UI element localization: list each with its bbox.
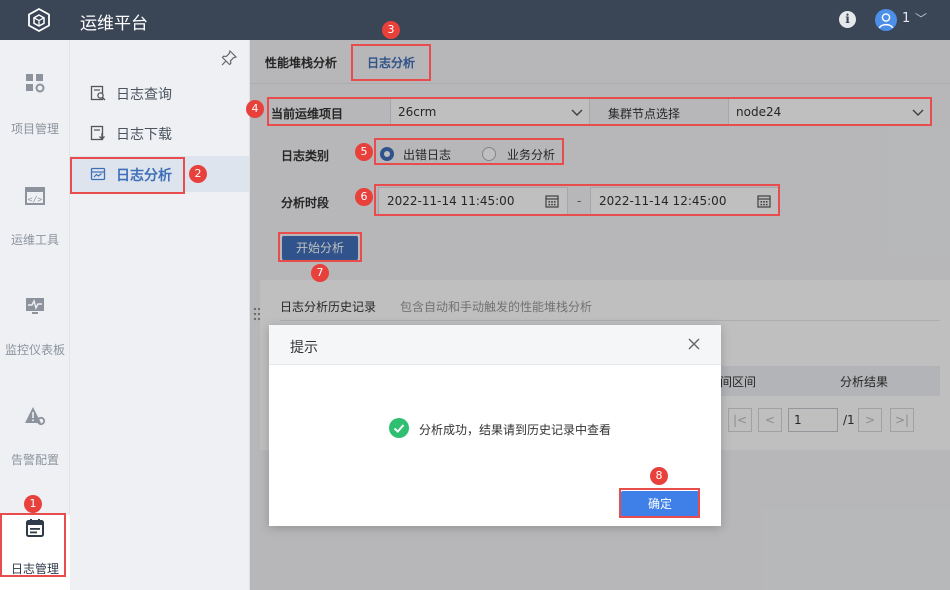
pin-icon[interactable] xyxy=(221,50,237,66)
alert-gear-icon xyxy=(25,407,46,426)
log-search-icon xyxy=(90,85,106,101)
annotation-box-2 xyxy=(70,157,185,194)
info-icon[interactable]: i xyxy=(839,11,856,28)
subnav-item-label: 日志下载 xyxy=(116,127,172,143)
annotation-box-1 xyxy=(0,513,66,577)
dialog-title: 提示 xyxy=(290,340,318,356)
code-tool-icon: </> xyxy=(25,187,45,205)
annotation-box-8 xyxy=(619,488,700,518)
nav-item-label: 告警配置 xyxy=(10,453,59,467)
annotation-badge-3: 3 xyxy=(382,21,400,39)
nav-item-project-management[interactable]: 项目管理 xyxy=(0,72,70,147)
nav-item-alert-config[interactable]: 告警配置 xyxy=(0,405,70,480)
annotation-box-7 xyxy=(278,232,362,262)
close-icon[interactable] xyxy=(687,337,701,351)
annotation-badge-6: 6 xyxy=(355,188,373,206)
dialog-message: 分析成功，结果请到历史记录中查看 xyxy=(419,423,612,437)
monitor-icon xyxy=(26,298,44,314)
subnav-item-log-query[interactable]: 日志查询 xyxy=(70,75,249,111)
annotation-badge-1: 1 xyxy=(24,495,42,513)
annotation-box-5 xyxy=(374,138,564,165)
top-bar: 运维平台 i 1 ﹀ xyxy=(0,0,950,40)
nav-item-ops-tools[interactable]: </> 运维工具 xyxy=(0,185,70,260)
chevron-down-icon[interactable]: ﹀ xyxy=(915,10,927,27)
annotation-badge-2: 2 xyxy=(189,165,207,183)
subnav-item-log-download[interactable]: 日志下载 xyxy=(70,115,249,151)
annotation-badge-8: 8 xyxy=(650,467,668,485)
grid-gear-icon xyxy=(26,74,45,93)
app-logo-icon xyxy=(28,7,50,33)
subnav-item-label: 日志查询 xyxy=(116,87,172,103)
success-check-icon xyxy=(389,418,409,438)
annotation-badge-4: 4 xyxy=(246,100,264,118)
annotation-box-4 xyxy=(267,97,932,126)
user-avatar-icon[interactable] xyxy=(875,9,897,31)
nav-item-label: 运维工具 xyxy=(10,233,59,247)
annotation-box-6 xyxy=(374,184,780,216)
dialog-header: 提示 xyxy=(269,325,721,365)
nav-item-label: 项目管理 xyxy=(10,122,59,136)
nav-item-label: 监控仪表板 xyxy=(4,343,65,357)
sub-nav: 日志查询 日志下载 日志分析 xyxy=(70,40,250,590)
app-title: 运维平台 xyxy=(80,14,148,34)
svg-text:</>: </> xyxy=(28,195,43,204)
nav-item-monitor-dashboard[interactable]: 监控仪表板 xyxy=(0,295,70,370)
annotation-badge-7: 7 xyxy=(311,264,329,282)
annotation-box-3 xyxy=(351,44,431,81)
log-download-icon xyxy=(90,125,105,141)
annotation-badge-5: 5 xyxy=(355,143,373,161)
user-name[interactable]: 1 xyxy=(902,11,910,26)
